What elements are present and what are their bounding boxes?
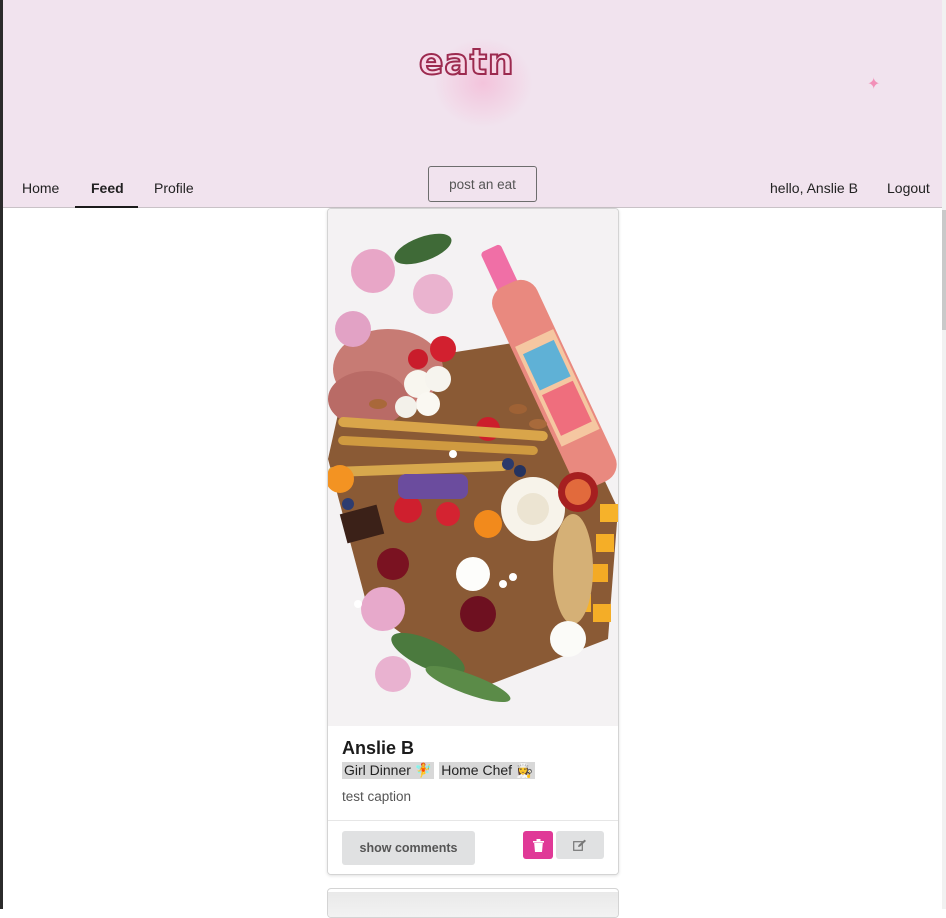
active-tab-indicator xyxy=(75,206,138,208)
site-header: ✦ eatn Home Feed Profile post an eat hel… xyxy=(3,0,942,208)
post-an-eat-button[interactable]: post an eat xyxy=(428,166,537,202)
post-content: Anslie B Girl Dinner 🧚 Home Chef 👩‍🍳 tes… xyxy=(328,726,618,821)
trash-icon xyxy=(532,838,544,852)
edit-icon xyxy=(573,839,586,851)
badge-home-chef: Home Chef 👩‍🍳 xyxy=(439,762,536,779)
user-greeting: hello, Anslie B xyxy=(770,180,858,196)
show-comments-button[interactable]: show comments xyxy=(342,831,475,865)
post-photo[interactable] xyxy=(328,209,618,726)
nav-home[interactable]: Home xyxy=(22,180,59,196)
logo-text[interactable]: eatn xyxy=(418,41,515,84)
scrollbar-thumb[interactable] xyxy=(942,210,946,330)
badge-list: Girl Dinner 🧚 Home Chef 👩‍🍳 xyxy=(342,762,536,779)
nav-feed[interactable]: Feed xyxy=(91,180,124,196)
post-author[interactable]: Anslie B xyxy=(342,738,414,759)
post-caption: test caption xyxy=(342,789,412,804)
charcuterie-board-photo xyxy=(328,209,618,726)
badge-girl-dinner: Girl Dinner 🧚 xyxy=(342,762,435,779)
scrollbar[interactable] xyxy=(942,0,946,909)
delete-button[interactable] xyxy=(523,831,553,859)
logout-link[interactable]: Logout xyxy=(887,180,930,196)
post-card: Anslie B Girl Dinner 🧚 Home Chef 👩‍🍳 tes… xyxy=(327,208,619,875)
edit-button[interactable] xyxy=(556,831,604,859)
next-post-card xyxy=(327,888,619,918)
nav-profile[interactable]: Profile xyxy=(154,180,194,196)
sparkle-icon: ✦ xyxy=(867,76,881,93)
post-actions: show comments xyxy=(328,821,618,874)
next-post-photo[interactable] xyxy=(328,892,618,917)
